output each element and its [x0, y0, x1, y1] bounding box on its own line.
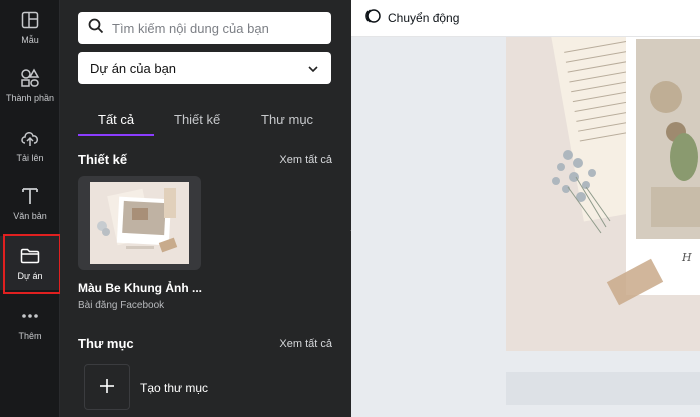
designs-see-all-link[interactable]: Xem tất cả	[279, 154, 332, 166]
rail-item-text[interactable]: Văn bản	[0, 176, 60, 230]
chevron-down-icon	[307, 61, 319, 76]
search-input[interactable]	[112, 20, 312, 36]
svg-text:H: H	[681, 251, 692, 264]
folders-see-all-link[interactable]: Xem tất cả	[279, 338, 332, 350]
project-select[interactable]: Dự án của bạn	[78, 52, 331, 84]
animate-icon[interactable]	[364, 7, 382, 30]
highlight-box	[3, 234, 61, 294]
rail-item-elements[interactable]: Thành phần	[0, 58, 60, 112]
search-icon	[88, 18, 104, 39]
plus-icon	[99, 374, 115, 400]
editor-canvas: H	[351, 37, 700, 417]
add-page-bar[interactable]	[506, 372, 700, 405]
elements-icon	[20, 67, 40, 88]
rail-item-more[interactable]: Thêm	[0, 296, 60, 350]
tab-folders[interactable]: Thư mục	[261, 112, 313, 127]
more-icon	[20, 306, 40, 326]
left-rail: Mẫu Thành phần Tải lên Văn bản Dự án Thê…	[0, 0, 61, 417]
editor-toolbar: Chuyển động	[351, 0, 700, 37]
project-select-value: Dự án của bạn	[90, 60, 177, 76]
projects-panel: Dự án của bạn Tất cả Thiết kế Thư mục Th…	[60, 0, 351, 417]
template-icon	[20, 10, 40, 30]
design-name[interactable]: Màu Be Khung Ảnh ...	[78, 281, 202, 295]
create-folder-label[interactable]: Tạo thư mục	[140, 381, 208, 395]
rail-label: Văn bản	[13, 210, 47, 221]
design-thumbnail[interactable]	[78, 176, 201, 270]
design-page-artwork: H	[506, 37, 700, 351]
search-box[interactable]	[78, 12, 331, 44]
tabs: Tất cả Thiết kế Thư mục	[78, 104, 331, 136]
rail-item-templates[interactable]: Mẫu	[0, 0, 60, 54]
tab-designs[interactable]: Thiết kế	[174, 112, 220, 127]
create-folder-button[interactable]	[84, 364, 130, 410]
tab-all[interactable]: Tất cả	[98, 112, 134, 127]
text-icon	[20, 186, 40, 206]
rail-label: Tải lên	[16, 152, 44, 163]
design-preview-image	[90, 182, 189, 264]
rail-item-uploads[interactable]: Tải lên	[0, 118, 60, 172]
upload-icon	[20, 128, 40, 148]
design-page[interactable]: H	[506, 37, 700, 351]
animate-button[interactable]: Chuyển động	[388, 11, 459, 25]
designs-section-title: Thiết kế	[78, 152, 128, 167]
design-type: Bài đăng Facebook	[78, 300, 165, 311]
tab-underline	[78, 134, 154, 136]
rail-label: Thành phần	[5, 92, 55, 103]
rail-label: Thêm	[18, 330, 42, 341]
rail-label: Mẫu	[21, 34, 39, 45]
folders-section-title: Thư mục	[78, 336, 134, 351]
